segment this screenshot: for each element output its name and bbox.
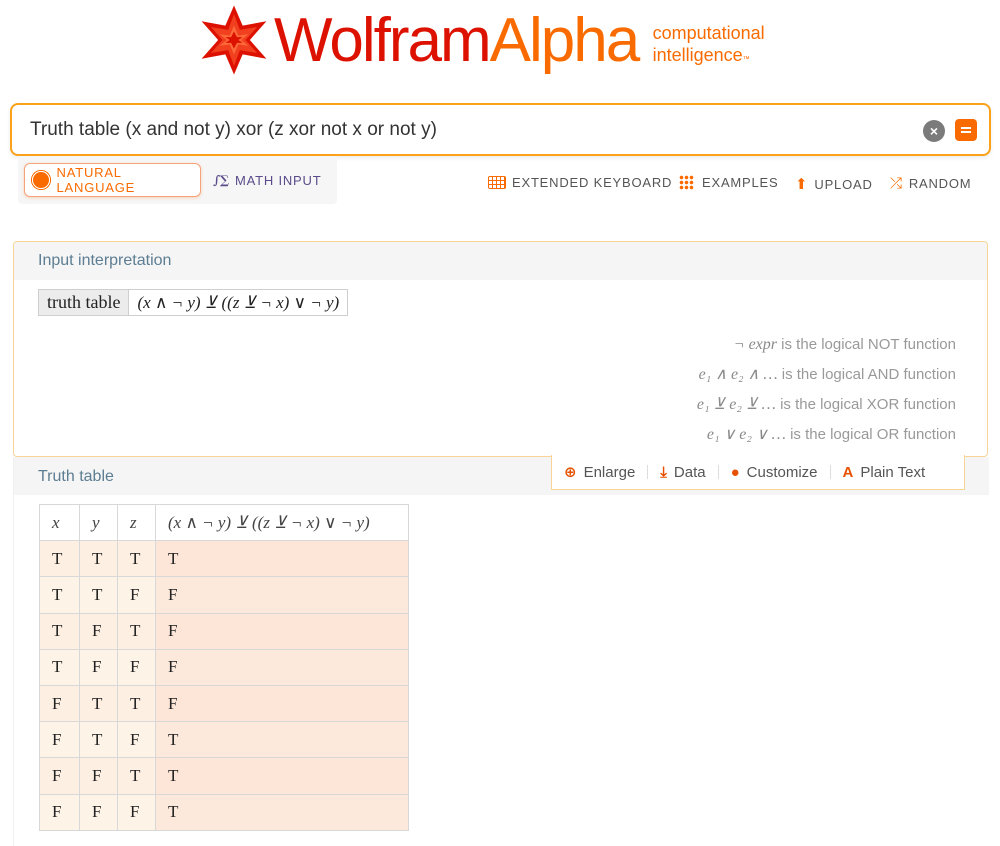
search-input[interactable] [30, 105, 910, 154]
math-input-icon: ∫∑ [213, 173, 229, 187]
divider [647, 465, 649, 479]
table-cell: T [79, 540, 118, 578]
math-input-tab[interactable]: ∫∑ MATH INPUT [213, 163, 321, 197]
table-cell: T [117, 684, 156, 723]
table-cell: T [39, 576, 80, 614]
table-cell: F [117, 648, 156, 686]
pod-title: Input interpretation [38, 252, 172, 269]
table-cell: T [117, 540, 156, 578]
table-cell: T [117, 612, 156, 650]
logo-tagline: computational intelligence™ [652, 23, 765, 65]
data-button[interactable]: ⤓ Data [660, 464, 705, 481]
table-row: TTTT [39, 540, 409, 578]
table-cell: F [155, 684, 409, 723]
table-cell: T [155, 757, 409, 795]
divider [829, 465, 831, 479]
table-cell: F [39, 793, 80, 831]
table-cell: T [79, 721, 118, 759]
table-cell: F [39, 721, 80, 759]
spikey-logo-icon [201, 5, 267, 75]
enlarge-button[interactable]: ⊕ Enlarge [564, 463, 635, 482]
table-row: FFTT [39, 757, 409, 795]
table-cell: T [39, 540, 80, 578]
extended-keyboard-button[interactable]: EXTENDED KEYBOARD [488, 175, 672, 190]
pod-actions: ⊕ Enlarge ⤓ Data ● Customize A Plain Tex… [551, 455, 965, 490]
plain-text-button[interactable]: A Plain Text [843, 464, 926, 481]
random-button[interactable]: ⤮ RANDOM [890, 175, 971, 192]
column-header: x [39, 503, 80, 542]
pod-title: Truth table [38, 468, 114, 485]
upload-icon: ⬆ [795, 176, 809, 193]
table-cell: T [39, 612, 80, 650]
table-cell: T [155, 793, 409, 831]
table-cell: F [79, 757, 118, 795]
table-row: FTFT [39, 721, 409, 759]
truth-table-pod: Truth table ⊕ Enlarge ⤓ Data ● Customize… [13, 455, 989, 846]
keyboard-icon [488, 176, 506, 189]
table-cell: F [155, 612, 409, 650]
note-or: e₁ ∨ e₂ ∨ … is the logical OR function [706, 426, 956, 443]
table-cell: F [117, 576, 156, 614]
interpretation-expression: (x ∧ ¬ y) ⊻ ((z ⊻ ¬ x) ∨ ¬ y) [129, 290, 348, 315]
table-cell: F [79, 612, 118, 650]
natural-language-label: NATURAL LANGUAGE [56, 165, 136, 195]
zoom-in-icon: ⊕ [564, 464, 577, 481]
table-row: TTFF [39, 576, 409, 614]
column-header: z [117, 503, 156, 542]
table-cell: T [39, 648, 80, 686]
wolfram-alpha-logo[interactable]: WolframAlpha® computational intelligence… [198, 0, 765, 78]
table-row: TFTF [39, 612, 409, 650]
note-not: ¬ expr is the logical NOT function [733, 336, 956, 353]
examples-button[interactable]: EXAMPLES [679, 175, 778, 190]
divider [717, 465, 719, 479]
input-interpretation-pod: Input interpretation truth table (x ∧ ¬ … [13, 241, 988, 457]
table-row: FTTF [39, 684, 409, 723]
table-row: TFFF [39, 648, 409, 686]
download-icon: ⤓ [660, 463, 667, 481]
table-cell: F [39, 757, 80, 795]
customize-button[interactable]: ● Customize [731, 464, 818, 481]
table-cell: F [155, 576, 409, 614]
table-row: FFFT [39, 793, 409, 831]
interpretation-label: truth table [39, 290, 130, 315]
table-cell: T [79, 576, 118, 614]
table-header-row: x y z (x ∧ ¬ y) ⊻ ((z ⊻ ¬ x) ∨ ¬ y) [39, 503, 409, 542]
table-cell: F [117, 793, 156, 831]
shuffle-icon: ⤮ [890, 175, 903, 192]
math-input-label: MATH INPUT [234, 172, 322, 188]
table-cell: T [155, 540, 409, 578]
note-xor: e₁ ⊻ e₂ ⊻ … is the logical XOR function [696, 396, 956, 413]
table-cell: T [79, 684, 118, 723]
column-header: y [79, 503, 118, 542]
natural-language-icon [30, 169, 52, 191]
text-icon: A [842, 463, 854, 481]
table-cell: F [39, 684, 80, 723]
input-mode-bar: NATURAL LANGUAGE ∫∑ MATH INPUT [18, 156, 337, 204]
table-cell: T [117, 757, 156, 795]
grid-dots-icon [679, 175, 694, 190]
truth-table: x y z (x ∧ ¬ y) ⊻ ((z ⊻ ¬ x) ∨ ¬ y) TTTT… [39, 503, 409, 831]
table-cell: F [79, 648, 118, 686]
logo-wordmark: WolframAlpha® [274, 0, 647, 75]
palette-icon: ● [730, 463, 740, 481]
interpretation-box: truth table (x ∧ ¬ y) ⊻ ((z ⊻ ¬ x) ∨ ¬ y… [38, 289, 349, 316]
equals-icon[interactable] [955, 119, 977, 141]
table-cell: F [117, 721, 156, 759]
upload-button[interactable]: ⬆ UPLOAD [795, 175, 873, 193]
note-and: e₁ ∧ e₂ ∧ … is the logical AND function [698, 366, 956, 383]
table-cell: F [79, 793, 118, 831]
natural-language-tab[interactable]: NATURAL LANGUAGE [24, 163, 201, 197]
table-cell: F [155, 648, 409, 686]
clear-icon[interactable]: × [923, 120, 945, 142]
interpretation-notes: ¬ expr is the logical NOT function e₁ ∧ … [697, 334, 956, 454]
table-cell: T [155, 721, 409, 759]
column-header: (x ∧ ¬ y) ⊻ ((z ⊻ ¬ x) ∨ ¬ y) [155, 503, 409, 542]
search-box: × [10, 103, 991, 156]
